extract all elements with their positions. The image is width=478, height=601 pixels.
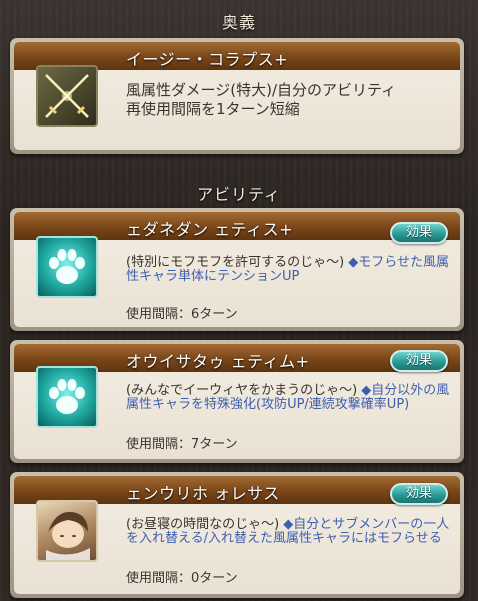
ability-description: (特別にモフモフを許可するのじゃ～) ◆モフらせた風属性キャラ単体にテンションU… [126,255,450,284]
ability-description: (お昼寝の時間なのじゃ～) ◆自分とサブメンバーの一人を入れ替える/入れ替えた風… [126,517,450,546]
ability-cooldown: 使用間隔：7ターン [126,437,238,452]
ougi-section-header: 奥義 [221,13,256,32]
ability-name: ェダネダン ェティス+ [126,220,294,239]
ability-cooldown: 使用間隔：0ターン [126,571,238,586]
ability-description: (みんなでイーウィヤをかまうのじゃ～) ◆自分以外の風属性キャラを特殊強化(攻防… [126,383,450,412]
ougi-name: イージー・コラプス+ [126,50,289,69]
effect-button[interactable]: 効果 [390,222,448,244]
crossed-swords-icon [36,65,98,127]
effect-button[interactable]: 効果 [390,483,448,505]
paw-icon [36,236,98,298]
ability-card-2[interactable]: オウイサタゥ ェティム+ 効果 (みんなでイーウィヤをかまうのじゃ～) ◆自分以… [10,340,464,463]
ability-name: オウイサタゥ ェティム+ [126,352,310,371]
abilities-section-header: アビリティ [196,185,282,204]
effect-button[interactable]: 効果 [390,350,448,372]
ability-cooldown: 使用間隔：6ターン [126,307,238,322]
ougi-card: イージー・コラプス+ 風属性ダメージ(特大)/自分のアビリティ 再使用間隔を1タ… [10,38,464,154]
paw-icon [36,366,98,428]
ability-card-3[interactable]: ェンウリホ ォレサス 効果 (お昼寝の時間なのじゃ～) ◆自分とサブメンバーの一… [10,472,464,598]
ability-card-1[interactable]: ェダネダン ェティス+ 効果 (特別にモフモフを許可するのじゃ～) ◆モフらせた… [10,208,464,331]
character-portrait-icon [36,500,98,562]
ougi-description: 風属性ダメージ(特大)/自分のアビリティ 再使用間隔を1ターン短縮 [126,81,397,118]
ability-name: ェンウリホ ォレサス [126,484,280,503]
